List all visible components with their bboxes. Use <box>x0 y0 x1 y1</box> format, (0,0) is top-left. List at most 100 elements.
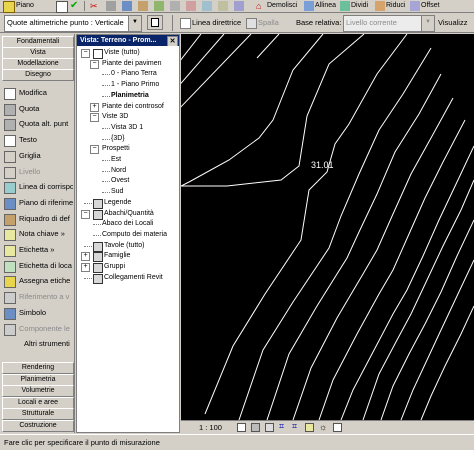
scale-label[interactable]: 1 : 100 <box>199 422 222 433</box>
toolbar-riduci-button[interactable]: Riduci <box>386 0 410 12</box>
browser-node[interactable]: Piante dei controsof <box>102 102 164 112</box>
detail-level-icon[interactable] <box>237 423 246 432</box>
browser-node[interactable]: Legende <box>104 198 131 208</box>
toolbar-offset-button[interactable]: Offset <box>421 0 447 12</box>
tool-4[interactable]: Griglia <box>2 149 73 163</box>
design-tab-bottom-3[interactable]: Locali e aree <box>2 396 74 409</box>
expand-icon[interactable]: + <box>81 263 90 272</box>
linea-direttrice-checkbox[interactable] <box>180 18 191 29</box>
design-tab-bottom-1[interactable]: Planimetria <box>2 373 74 386</box>
browser-node[interactable]: Nord <box>111 166 126 176</box>
crop-region-icon[interactable]: ⌗ <box>279 421 284 432</box>
browser-node[interactable]: Prospetti <box>102 144 130 154</box>
browser-node[interactable]: Viste (tutto) <box>104 48 140 58</box>
tool-12[interactable]: Assegna etiche <box>2 274 73 289</box>
tool-16[interactable]: Altri strumenti <box>2 337 73 351</box>
tool-0[interactable]: Modifica <box>2 86 73 100</box>
join-icon[interactable] <box>186 1 196 11</box>
browser-node[interactable]: Tavole (tutto) <box>104 241 144 251</box>
browser-node[interactable]: Famiglie <box>104 251 130 261</box>
design-tab-bottom-2[interactable]: Volumetrie <box>2 385 74 398</box>
element-type-combo[interactable]: Quote altimetriche punto : Verticale <box>4 15 132 32</box>
shadows-icon[interactable] <box>265 423 274 432</box>
browser-node[interactable]: 1 - Piano Primo <box>111 80 159 90</box>
lightbulb-icon[interactable]: ☼ <box>319 422 327 433</box>
elevation-label[interactable]: 31.01 <box>311 160 334 170</box>
demolish-icon[interactable]: ⌂ <box>256 1 266 11</box>
paste-icon[interactable] <box>122 1 132 11</box>
tool-11[interactable]: Etichetta di loca <box>2 259 73 273</box>
tool-10[interactable]: Etichetta » <box>2 243 73 257</box>
level-plan-icon[interactable] <box>3 1 15 13</box>
paint-icon[interactable] <box>154 1 164 11</box>
offset-icon[interactable] <box>410 1 420 11</box>
tool-15[interactable]: Componente le <box>2 322 73 336</box>
chevron-down-icon[interactable]: ▼ <box>128 15 142 32</box>
align-icon[interactable] <box>304 1 314 11</box>
reveal-hidden-icon[interactable] <box>333 423 342 432</box>
expand-icon[interactable]: + <box>81 252 90 262</box>
toolbar-dividi-button[interactable]: Dividi <box>351 0 375 12</box>
browser-node[interactable]: Planimetria <box>111 91 149 101</box>
checkmark-icon[interactable]: ✔ <box>70 1 80 11</box>
unjoin-icon[interactable] <box>202 1 212 11</box>
tool-2[interactable]: Quota alt. punt <box>2 117 73 132</box>
hide-isolate-icon[interactable] <box>305 423 314 432</box>
browser-node[interactable]: Gruppi <box>104 262 125 272</box>
tool-5[interactable]: Livello <box>2 165 73 179</box>
show-crop-icon[interactable]: ⌗ <box>292 421 297 432</box>
browser-node[interactable]: 0 - Piano Terra <box>111 69 157 79</box>
browser-node[interactable]: Abaco dei Locali <box>102 219 153 229</box>
design-tab-bottom-5[interactable]: Costruzione <box>2 420 74 432</box>
site-contour-drawing[interactable]: 31.01 <box>181 34 474 420</box>
cut-icon[interactable]: ✂ <box>90 1 100 11</box>
model-graphics-icon[interactable] <box>251 423 260 432</box>
browser-node[interactable]: Viste 3D <box>102 112 128 122</box>
table-icon[interactable] <box>56 1 68 13</box>
expand-icon[interactable]: + <box>90 102 99 112</box>
split-icon[interactable] <box>340 1 350 11</box>
design-tab-bottom-4[interactable]: Strutturale <box>2 408 74 421</box>
chevron-down-icon[interactable]: ▼ <box>421 15 435 32</box>
browser-node[interactable]: Collegamenti Revit <box>104 273 163 283</box>
design-tab-bottom-0[interactable]: Rendering <box>2 362 74 374</box>
collapse-icon[interactable]: − <box>81 49 90 58</box>
trim-icon[interactable] <box>375 1 385 11</box>
browser-node[interactable]: Est <box>111 155 121 165</box>
properties-button[interactable] <box>147 15 163 30</box>
design-tab-3[interactable]: Disegno <box>2 69 74 81</box>
browser-node[interactable]: Abachi/Quantità <box>104 209 154 219</box>
collapse-icon[interactable]: − <box>90 145 99 155</box>
collapse-icon[interactable]: − <box>90 59 99 69</box>
tool-1[interactable]: Quota <box>2 102 73 116</box>
tool-14[interactable]: Simbolo <box>2 306 73 320</box>
split-face-icon[interactable] <box>170 1 180 11</box>
tool-9[interactable]: Nota chiave » <box>2 227 73 242</box>
tool-6[interactable]: Linea di corrispo <box>2 180 73 195</box>
match-icon[interactable] <box>138 1 148 11</box>
browser-node[interactable]: Ovest <box>111 176 129 186</box>
toolbar-demolisci-button[interactable]: Demolisci <box>267 0 303 12</box>
spalla-checkbox[interactable] <box>246 18 257 29</box>
collapse-icon[interactable]: − <box>81 209 90 219</box>
copy-icon[interactable] <box>106 1 116 11</box>
browser-node[interactable]: Sud <box>111 187 123 197</box>
cope-icon[interactable] <box>234 1 244 11</box>
tool-13[interactable]: Riferimento a v <box>2 290 73 305</box>
drawing-canvas[interactable]: 31.01 <box>181 34 474 420</box>
toolbar-allinea-button[interactable]: Allinea <box>315 0 341 12</box>
base-relativa-combo[interactable]: Livello corrente <box>343 15 425 32</box>
tool-7[interactable]: Piano di riferime <box>2 196 73 210</box>
close-icon[interactable]: ✕ <box>167 36 178 46</box>
collapse-icon[interactable]: − <box>90 113 99 123</box>
options-bar: Quote altimetriche punto : Verticale ▼ L… <box>0 13 474 33</box>
project-browser-title[interactable]: Vista: Terreno - Prom... ✕ <box>77 35 179 46</box>
tool-3[interactable]: Testo <box>2 133 73 148</box>
toolbar-piano-button[interactable]: Piano <box>16 0 56 12</box>
browser-node[interactable]: Piante dei pavimen <box>102 59 162 69</box>
wall-join-icon[interactable] <box>218 1 228 11</box>
browser-node[interactable]: Vista 3D 1 <box>111 123 143 133</box>
browser-node[interactable]: {3D} <box>111 134 125 144</box>
browser-node[interactable]: Computo dei materia <box>102 230 167 240</box>
tool-8[interactable]: Riquadro di def <box>2 212 73 226</box>
